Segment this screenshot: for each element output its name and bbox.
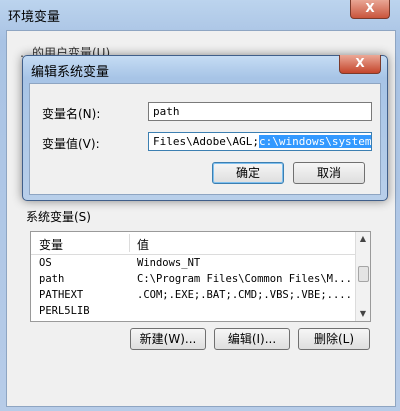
system-variables-group: 系统变量(S) 变量 值 OS Windows_NT path C:\Progr… <box>20 205 378 360</box>
list-item[interactable]: PERL5LIB <box>31 304 355 320</box>
column-divider[interactable] <box>129 234 130 252</box>
variable-value-field[interactable]: Files\Adobe\AGL;c:\windows\system32 <box>148 132 372 151</box>
variable-name: OS <box>39 257 52 269</box>
system-variables-label: 系统变量(S) <box>26 210 91 224</box>
scrollbar-thumb[interactable] <box>358 266 369 282</box>
cancel-button[interactable]: 取消 <box>293 162 365 184</box>
variable-value: .COM;.EXE;.BAT;.CMD;.VBS;.VBE;.... <box>137 289 352 301</box>
variable-value-text: Files\Adobe\AGL; <box>153 135 259 148</box>
variable-name-label: 变量名(N): <box>42 107 101 121</box>
edit-system-variable-dialog: 编辑系统变量 X 变量名(N): path 变量值(V): Files\Adob… <box>22 55 388 201</box>
column-header-variable[interactable]: 变量 <box>39 236 63 253</box>
dialog-title: 编辑系统变量 <box>31 65 110 80</box>
scroll-down-icon[interactable]: ▼ <box>356 307 370 321</box>
variable-value: Windows_NT <box>137 257 201 269</box>
dialog-close-button[interactable]: X <box>339 55 381 74</box>
variable-name-field[interactable]: path <box>148 102 372 121</box>
scroll-up-icon[interactable]: ▲ <box>356 232 370 246</box>
ok-button[interactable]: 确定 <box>212 162 284 184</box>
variable-value-selection: c:\windows\system32 <box>258 135 371 148</box>
close-button[interactable]: X <box>350 0 390 19</box>
edit-button[interactable]: 编辑(I)... <box>214 328 290 350</box>
variable-value: C:\Program Files\Common Files\M... <box>137 273 352 285</box>
variable-value-label: 变量值(V): <box>42 137 100 151</box>
column-header-value[interactable]: 值 <box>137 236 149 253</box>
list-item[interactable]: PATHEXT .COM;.EXE;.BAT;.CMD;.VBS;.VBE;..… <box>31 288 355 304</box>
variable-name: PATHEXT <box>39 289 84 301</box>
dialog-body: 变量名(N): path 变量值(V): Files\Adobe\AGL;c:\… <box>29 83 381 195</box>
vertical-scrollbar[interactable]: ▲ ▼ <box>355 232 370 321</box>
delete-button[interactable]: 删除(L) <box>298 328 370 350</box>
window-title: 环境变量 <box>8 10 61 25</box>
list-header: 变量 值 <box>31 232 355 255</box>
variable-name: PERL5LIB <box>39 305 90 317</box>
new-button[interactable]: 新建(W)... <box>130 328 206 350</box>
list-item[interactable]: OS Windows_NT <box>31 256 355 272</box>
list-item[interactable]: path C:\Program Files\Common Files\M... <box>31 272 355 288</box>
system-variables-list[interactable]: 变量 值 OS Windows_NT path C:\Program Files… <box>30 231 371 322</box>
variable-name: path <box>39 273 65 285</box>
